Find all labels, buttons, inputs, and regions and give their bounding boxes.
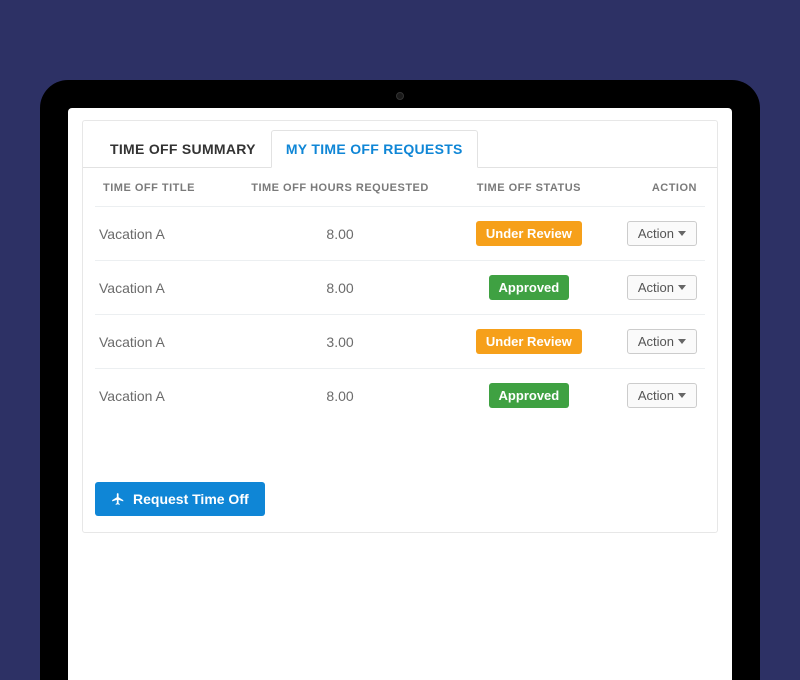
table-container: TIME OFF TITLE TIME OFF HOURS REQUESTED … xyxy=(83,168,717,422)
action-label: Action xyxy=(638,280,674,295)
laptop-frame: TIME OFF SUMMARY MY TIME OFF REQUESTS TI… xyxy=(40,80,760,680)
col-action: ACTION xyxy=(602,168,705,207)
action-dropdown[interactable]: Action xyxy=(627,275,697,300)
tabs: TIME OFF SUMMARY MY TIME OFF REQUESTS xyxy=(83,121,717,168)
camera-dot xyxy=(396,92,404,100)
cell-action: Action xyxy=(602,369,705,423)
status-badge: Approved xyxy=(489,383,570,408)
table-row: Vacation A3.00 Under Review Action xyxy=(95,315,705,369)
cell-status: Under Review xyxy=(456,207,602,261)
caret-down-icon xyxy=(678,285,686,290)
action-label: Action xyxy=(638,226,674,241)
caret-down-icon xyxy=(678,339,686,344)
request-button-label: Request Time Off xyxy=(133,491,249,507)
status-badge: Under Review xyxy=(476,329,582,354)
request-time-off-button[interactable]: Request Time Off xyxy=(95,482,265,516)
action-dropdown[interactable]: Action xyxy=(627,383,697,408)
screen: TIME OFF SUMMARY MY TIME OFF REQUESTS TI… xyxy=(68,108,732,680)
airplane-icon xyxy=(111,492,125,506)
tab-my-time-off-requests[interactable]: MY TIME OFF REQUESTS xyxy=(271,130,478,168)
footer-actions: Request Time Off xyxy=(83,422,717,532)
cell-status: Approved xyxy=(456,369,602,423)
tab-label: TIME OFF SUMMARY xyxy=(110,141,256,157)
cell-hours: 3.00 xyxy=(224,315,456,369)
cell-hours: 8.00 xyxy=(224,207,456,261)
table-row: Vacation A8.00 Approved Action xyxy=(95,261,705,315)
col-title: TIME OFF TITLE xyxy=(95,168,224,207)
col-status: TIME OFF STATUS xyxy=(456,168,602,207)
status-badge: Under Review xyxy=(476,221,582,246)
requests-table: TIME OFF TITLE TIME OFF HOURS REQUESTED … xyxy=(95,168,705,422)
card: TIME OFF SUMMARY MY TIME OFF REQUESTS TI… xyxy=(82,120,718,533)
tab-time-off-summary[interactable]: TIME OFF SUMMARY xyxy=(95,130,271,168)
action-dropdown[interactable]: Action xyxy=(627,329,697,354)
cell-title: Vacation A xyxy=(95,261,224,315)
cell-title: Vacation A xyxy=(95,207,224,261)
col-hours: TIME OFF HOURS REQUESTED xyxy=(224,168,456,207)
cell-action: Action xyxy=(602,315,705,369)
action-dropdown[interactable]: Action xyxy=(627,221,697,246)
cell-title: Vacation A xyxy=(95,369,224,423)
cell-status: Approved xyxy=(456,261,602,315)
cell-hours: 8.00 xyxy=(224,261,456,315)
cell-action: Action xyxy=(602,207,705,261)
action-label: Action xyxy=(638,334,674,349)
caret-down-icon xyxy=(678,393,686,398)
table-row: Vacation A8.00 Under Review Action xyxy=(95,207,705,261)
tab-label: MY TIME OFF REQUESTS xyxy=(286,141,463,157)
status-badge: Approved xyxy=(489,275,570,300)
cell-hours: 8.00 xyxy=(224,369,456,423)
caret-down-icon xyxy=(678,231,686,236)
table-row: Vacation A8.00 Approved Action xyxy=(95,369,705,423)
cell-action: Action xyxy=(602,261,705,315)
cell-title: Vacation A xyxy=(95,315,224,369)
action-label: Action xyxy=(638,388,674,403)
cell-status: Under Review xyxy=(456,315,602,369)
